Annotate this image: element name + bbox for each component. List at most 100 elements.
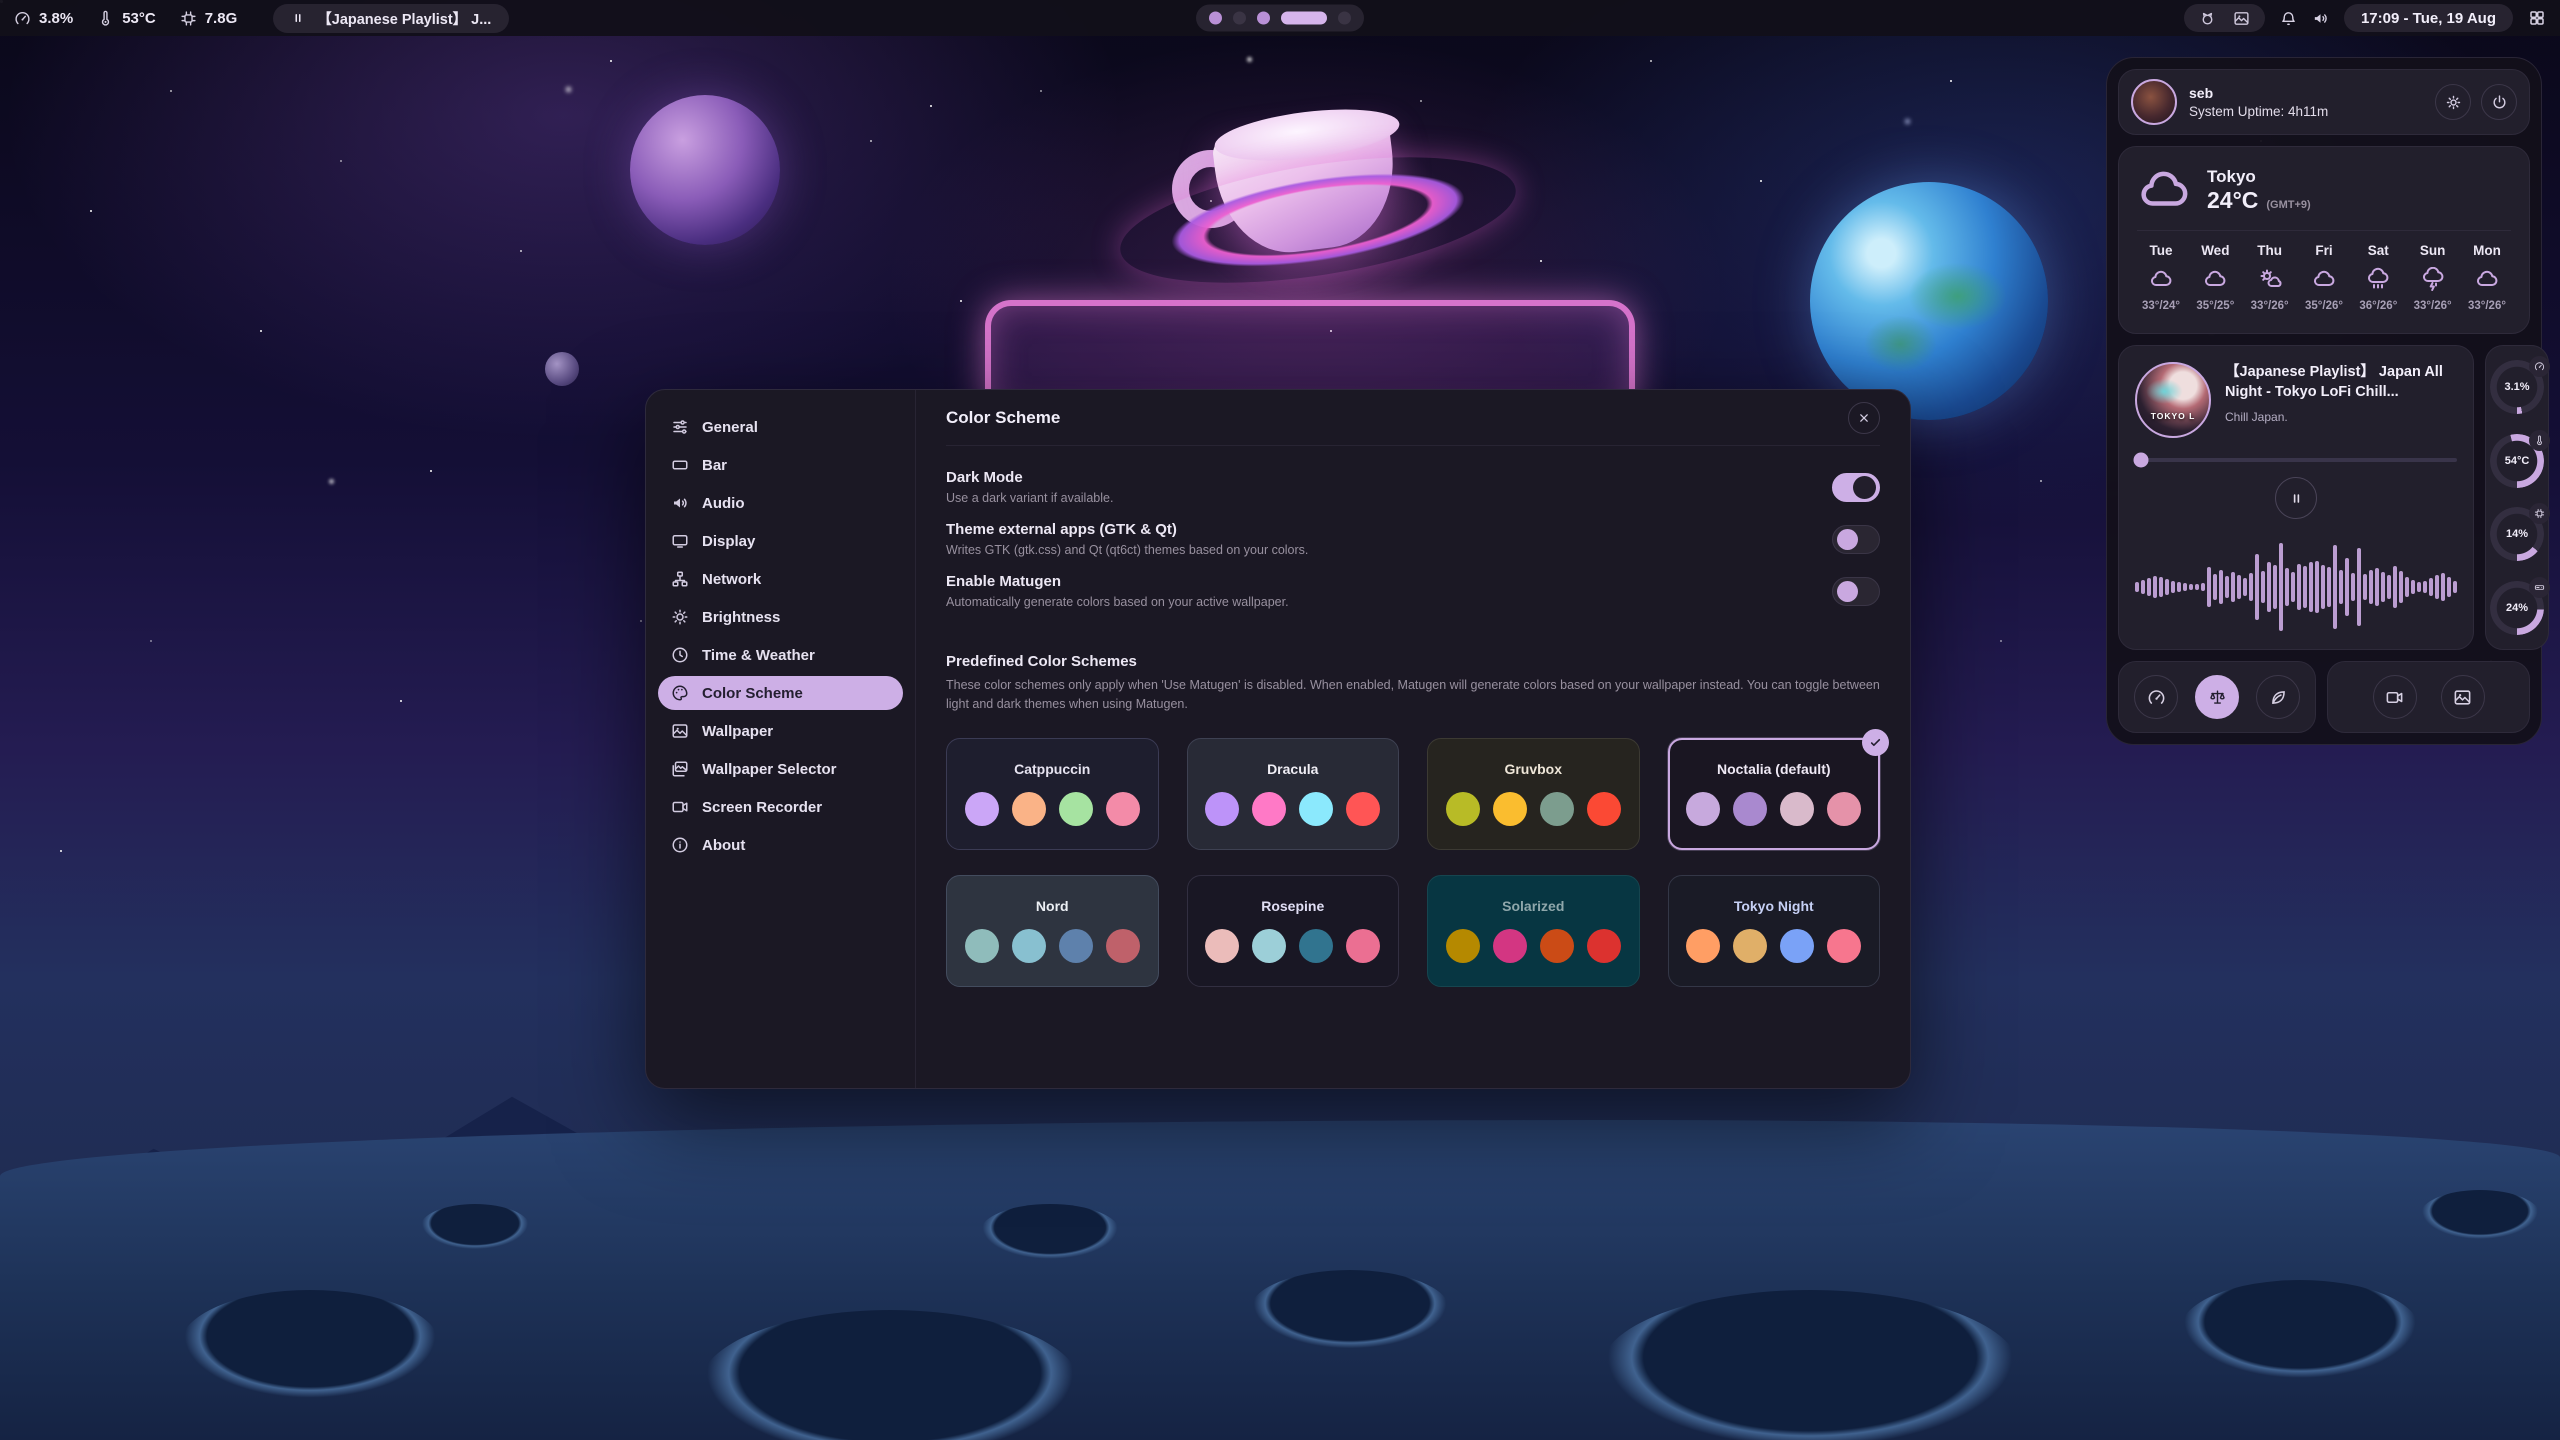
pause-icon <box>2289 491 2304 506</box>
media-player-pill[interactable]: 【Japanese Playlist】 J... <box>273 4 509 33</box>
workspace-dot-3[interactable] <box>1257 12 1270 25</box>
dashboard-grid-icon[interactable] <box>2528 9 2546 27</box>
sidebar-item-label: Wallpaper <box>702 723 773 740</box>
scheme-card-noctalia[interactable]: Noctalia (default) <box>1668 738 1881 850</box>
balanced-profile-button[interactable] <box>2195 675 2239 719</box>
volume-icon[interactable] <box>2312 10 2329 27</box>
power-saver-profile-button[interactable] <box>2256 675 2300 719</box>
color-swatch <box>1059 792 1093 826</box>
sidebar-item-label: Screen Recorder <box>702 799 822 816</box>
progress-bar[interactable] <box>2135 458 2457 462</box>
sidebar-item-audio[interactable]: Audio <box>658 486 903 520</box>
weather-card: Tokyo 24°C (GMT+9) Tue33°/24° Wed35°/25°… <box>2118 146 2530 334</box>
media-top: TOKYO L 【Japanese Playlist】 Japan All Ni… <box>2135 362 2457 438</box>
dark-mode-toggle[interactable] <box>1832 473 1880 502</box>
scheme-card-dracula[interactable]: Dracula <box>1187 738 1400 850</box>
day-temps: 33°/26° <box>2251 300 2289 312</box>
album-art-text: TOKYO L <box>2137 411 2209 421</box>
settings-button[interactable] <box>2435 84 2471 120</box>
scheme-name: Noctalia (default) <box>1717 761 1831 777</box>
color-swatch <box>965 929 999 963</box>
forecast-day: Tue33°/24° <box>2137 243 2185 312</box>
scheme-card-solarized[interactable]: Solarized <box>1427 875 1640 987</box>
sidebar-item-bar[interactable]: Bar <box>658 448 903 482</box>
color-swatch <box>1346 929 1380 963</box>
toggle-knob <box>1837 529 1858 550</box>
progress-knob[interactable] <box>2134 453 2149 468</box>
album-art[interactable]: TOKYO L <box>2135 362 2211 438</box>
day-label: Fri <box>2315 243 2332 258</box>
workspace-dot-1[interactable] <box>1209 12 1222 25</box>
gauge-value: 54°C <box>2505 455 2530 467</box>
sidebar-item-display[interactable]: Display <box>658 524 903 558</box>
sidebar-item-about[interactable]: About <box>658 828 903 862</box>
notifications-bell-icon[interactable] <box>2280 10 2297 27</box>
wallpaper-small-moon <box>545 352 579 386</box>
selected-check-badge <box>1862 729 1889 756</box>
memory-indicator[interactable]: 7.8G <box>180 10 238 27</box>
color-swatch <box>1587 792 1621 826</box>
chip-icon <box>2534 508 2545 519</box>
tray-image-icon[interactable] <box>2233 10 2250 27</box>
system-stats-column: 3.1% 54°C 14% 24% <box>2485 345 2549 650</box>
scheme-name: Nord <box>1036 898 1069 914</box>
color-swatch <box>1446 929 1480 963</box>
memory-gauge: 14% <box>2490 507 2544 561</box>
performance-profile-button[interactable] <box>2134 675 2178 719</box>
weather-timezone: (GMT+9) <box>2266 199 2310 211</box>
play-pause-button[interactable] <box>2275 477 2317 519</box>
sidebar-item-wallpaper[interactable]: Wallpaper <box>658 714 903 748</box>
media-row: TOKYO L 【Japanese Playlist】 Japan All Ni… <box>2118 345 2530 650</box>
panel-bottom-row <box>2118 661 2530 733</box>
day-temps: 36°/26° <box>2359 300 2397 312</box>
sidebar-item-screen-recorder[interactable]: Screen Recorder <box>658 790 903 824</box>
wallpaper-button[interactable] <box>2441 675 2485 719</box>
workspace-dot-2[interactable] <box>1233 12 1246 25</box>
scheme-swatches <box>1446 929 1621 963</box>
sidebar-item-general[interactable]: General <box>658 410 903 444</box>
sidebar-item-network[interactable]: Network <box>658 562 903 596</box>
close-button[interactable] <box>1848 402 1880 434</box>
toggle-label: Dark Mode <box>946 469 1113 486</box>
sidebar-item-brightness[interactable]: Brightness <box>658 600 903 634</box>
workspace-dot-4[interactable] <box>1281 12 1327 25</box>
scheme-name: Catppuccin <box>1014 761 1090 777</box>
temperature-value: 53°C <box>122 10 156 27</box>
day-label: Mon <box>2473 243 2501 258</box>
monitor-icon <box>671 532 689 550</box>
color-swatch <box>1299 929 1333 963</box>
color-swatch <box>1493 792 1527 826</box>
tray-app-icon[interactable] <box>2199 10 2216 27</box>
sidebar-item-time-weather[interactable]: Time & Weather <box>658 638 903 672</box>
scheme-swatches <box>1205 792 1380 826</box>
scheme-card-tokyo-night[interactable]: Tokyo Night <box>1668 875 1881 987</box>
enable-matugen-toggle[interactable] <box>1832 577 1880 606</box>
sidebar-item-color-scheme[interactable]: Color Scheme <box>658 676 903 710</box>
scheme-card-gruvbox[interactable]: Gruvbox <box>1427 738 1640 850</box>
scheme-card-catppuccin[interactable]: Catppuccin <box>946 738 1159 850</box>
sidebar-item-label: Color Scheme <box>702 685 803 702</box>
color-swatch <box>1827 792 1861 826</box>
gauge-icon <box>2529 430 2550 451</box>
media-waveform <box>2135 539 2457 635</box>
scheme-card-rosepine[interactable]: Rosepine <box>1187 875 1400 987</box>
color-swatch <box>1540 929 1574 963</box>
clock[interactable]: 17:09 - Tue, 19 Aug <box>2344 4 2513 32</box>
side-panel: seb System Uptime: 4h11m Tokyo 24°C (GMT… <box>2106 57 2542 745</box>
thermometer-icon <box>2534 435 2545 446</box>
workspace-dot-5[interactable] <box>1338 12 1351 25</box>
theme-external-apps-toggle[interactable] <box>1832 525 1880 554</box>
gauge-value: 24% <box>2506 602 2528 614</box>
forecast-day: Fri35°/26° <box>2300 243 2348 312</box>
temperature-indicator[interactable]: 53°C <box>97 10 156 27</box>
toggle-description: Use a dark variant if available. <box>946 491 1113 505</box>
video-camera-icon <box>2385 688 2404 707</box>
screen-recorder-button[interactable] <box>2373 675 2417 719</box>
cpu-usage-indicator[interactable]: 3.8% <box>14 10 73 27</box>
color-swatch <box>1205 929 1239 963</box>
sidebar-item-wallpaper-selector[interactable]: Wallpaper Selector <box>658 752 903 786</box>
crater <box>180 1290 440 1400</box>
scheme-card-nord[interactable]: Nord <box>946 875 1159 987</box>
crater <box>420 1204 530 1250</box>
power-button[interactable] <box>2481 84 2517 120</box>
